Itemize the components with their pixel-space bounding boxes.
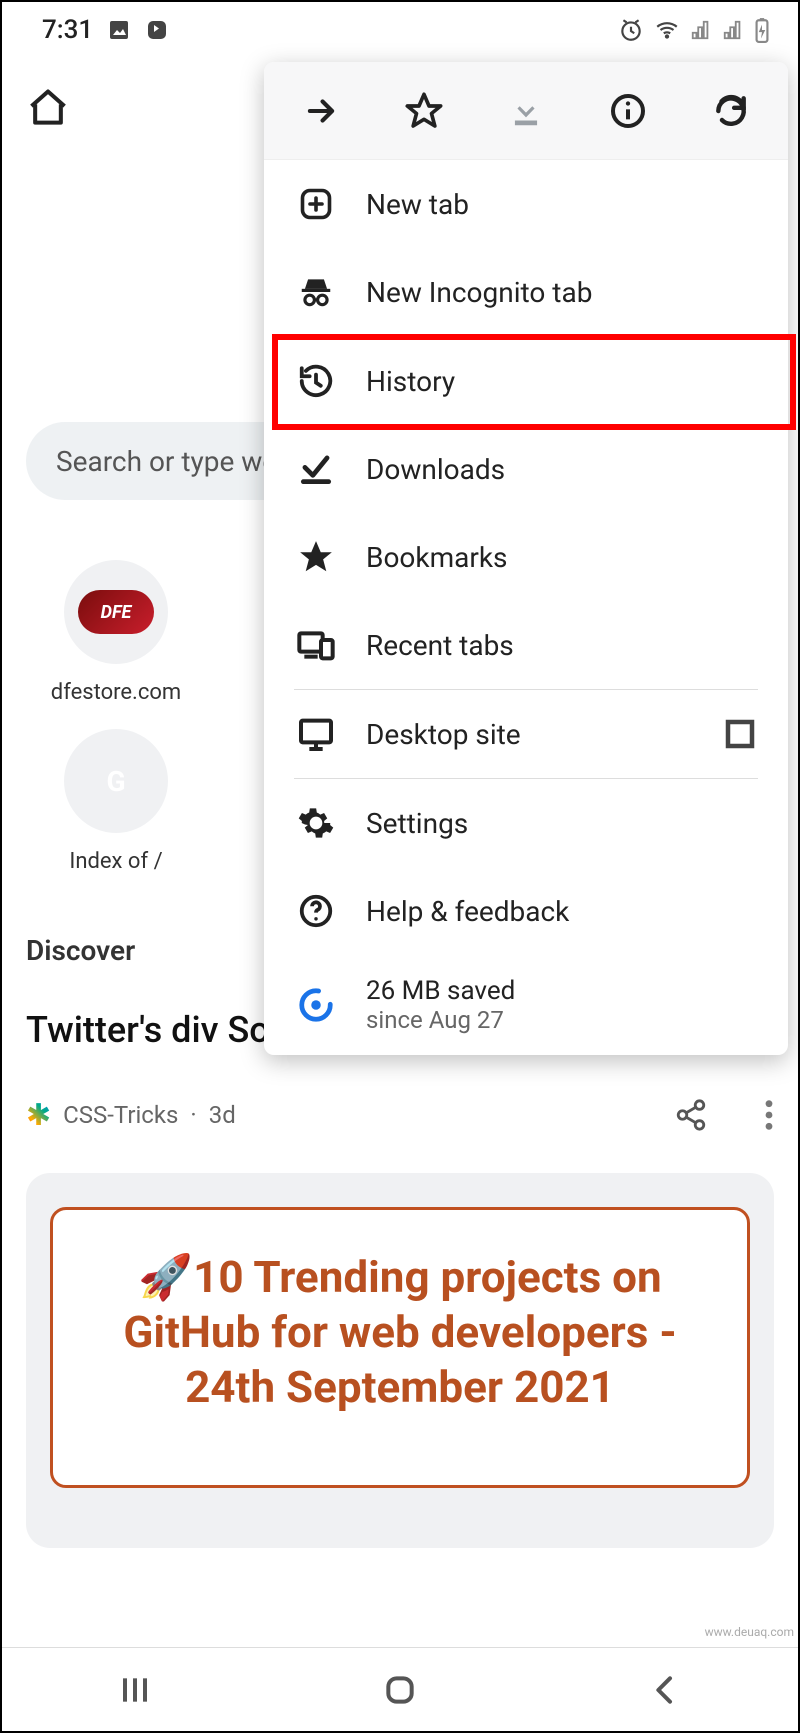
image-icon bbox=[107, 18, 131, 42]
shortcut-label: Index of / bbox=[69, 849, 162, 874]
menu-label: New tab bbox=[366, 188, 469, 221]
card-headline: 🚀10 Trending projects on GitHub for web … bbox=[87, 1250, 713, 1415]
status-bar: 7:31 bbox=[2, 2, 798, 58]
menu-label: Settings bbox=[366, 807, 468, 840]
menu-label: New Incognito tab bbox=[366, 276, 592, 309]
signal-icon bbox=[690, 19, 712, 41]
data-saved-since: since Aug 27 bbox=[366, 1006, 515, 1034]
download-done-icon bbox=[294, 450, 338, 488]
menu-label: Bookmarks bbox=[366, 541, 508, 574]
shortcut-dfestore[interactable]: DFE dfestore.com bbox=[46, 560, 186, 705]
article-meta: ✱ CSS-Tricks · 3d bbox=[26, 1098, 774, 1133]
shortcut-indexof[interactable]: G Index of / bbox=[46, 729, 186, 874]
search-placeholder: Search or type web bbox=[56, 445, 293, 478]
menu-label: Recent tabs bbox=[366, 629, 514, 662]
article-age: 3d bbox=[209, 1101, 236, 1129]
star-filled-icon bbox=[294, 538, 338, 576]
menu-label: Desktop site bbox=[366, 718, 521, 751]
status-clock: 7:31 bbox=[42, 15, 93, 45]
forward-icon[interactable] bbox=[299, 89, 343, 133]
wifi-icon bbox=[654, 17, 680, 43]
home-nav-button[interactable] bbox=[380, 1670, 420, 1710]
alarm-icon bbox=[618, 17, 644, 43]
menu-history[interactable]: History bbox=[264, 337, 788, 425]
menu-settings[interactable]: Settings bbox=[264, 779, 788, 867]
monitor-icon bbox=[294, 714, 338, 754]
menu-downloads[interactable]: Downloads bbox=[264, 425, 788, 513]
menu-data-saved[interactable]: 26 MB saved since Aug 27 bbox=[264, 955, 788, 1055]
menu-label: Downloads bbox=[366, 453, 505, 486]
menu-label: Help & feedback bbox=[366, 895, 569, 928]
source-icon: ✱ bbox=[26, 1098, 51, 1133]
more-icon[interactable] bbox=[764, 1098, 774, 1132]
devices-icon bbox=[294, 625, 338, 665]
system-nav-bar bbox=[2, 1647, 798, 1731]
menu-recent-tabs[interactable]: Recent tabs bbox=[264, 601, 788, 689]
menu-new-tab[interactable]: New tab bbox=[264, 160, 788, 248]
menu-top-row bbox=[264, 62, 788, 160]
menu-incognito[interactable]: New Incognito tab bbox=[264, 248, 788, 336]
signal2-icon bbox=[722, 19, 744, 41]
back-nav-button[interactable] bbox=[645, 1670, 685, 1710]
plusbox-icon bbox=[294, 186, 338, 222]
share-icon[interactable] bbox=[674, 1098, 708, 1132]
call-icon bbox=[145, 18, 169, 42]
gear-icon bbox=[294, 804, 338, 842]
data-saver-icon bbox=[294, 986, 338, 1024]
menu-label: History bbox=[366, 365, 455, 398]
menu-bookmarks[interactable]: Bookmarks bbox=[264, 513, 788, 601]
discover-card[interactable]: 🚀10 Trending projects on GitHub for web … bbox=[26, 1173, 774, 1548]
history-icon bbox=[294, 362, 338, 400]
home-button[interactable] bbox=[26, 86, 70, 130]
refresh-icon[interactable] bbox=[709, 89, 753, 133]
watermark: www.deuaq.com bbox=[705, 1625, 794, 1639]
battery-icon bbox=[754, 17, 770, 43]
article-source: CSS-Tricks bbox=[63, 1101, 178, 1129]
menu-help[interactable]: Help & feedback bbox=[264, 867, 788, 955]
download-icon[interactable] bbox=[504, 89, 548, 133]
help-icon bbox=[294, 892, 338, 930]
menu-desktop-site[interactable]: Desktop site bbox=[264, 690, 788, 778]
checkbox-icon[interactable] bbox=[722, 716, 758, 752]
shortcut-label: dfestore.com bbox=[51, 680, 181, 705]
data-saved-amount: 26 MB saved bbox=[366, 976, 515, 1006]
bookmark-star-icon[interactable] bbox=[402, 89, 446, 133]
info-icon[interactable] bbox=[606, 89, 650, 133]
incognito-icon bbox=[294, 273, 338, 311]
recents-button[interactable] bbox=[115, 1670, 155, 1710]
overflow-menu: New tab New Incognito tab History Downlo… bbox=[264, 62, 788, 1055]
